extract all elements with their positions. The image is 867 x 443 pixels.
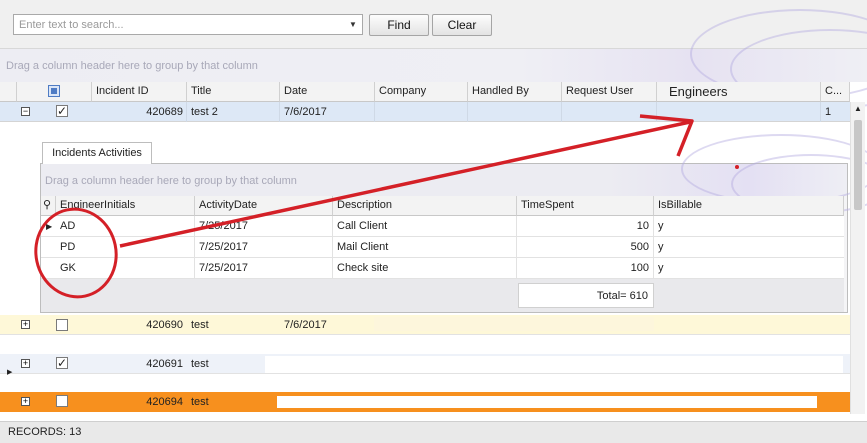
triangle-right-icon: ▶	[46, 222, 53, 231]
search-input[interactable]	[14, 15, 342, 34]
cell-description: Check site	[333, 258, 517, 278]
cell-title: test	[191, 319, 209, 331]
records-count: RECORDS: 13	[8, 426, 82, 438]
select-all-checkbox[interactable]	[48, 85, 60, 97]
tab-incidents-activities[interactable]: Incidents Activities	[42, 142, 152, 164]
detail-header-time-spent[interactable]: TimeSpent	[517, 196, 654, 216]
status-bar: RECORDS: 13	[0, 421, 867, 443]
detail-group-panel[interactable]: Drag a column header here to group by th…	[41, 134, 867, 214]
minus-icon[interactable]: −	[21, 107, 30, 116]
plus-icon[interactable]: +	[21, 320, 30, 329]
redacted-area	[374, 317, 654, 331]
scrollbar-thumb[interactable]	[854, 120, 862, 210]
header-select-col[interactable]	[17, 82, 92, 102]
cell-incident-id: 420691	[146, 358, 183, 370]
row-checkbox[interactable]: ✓	[56, 105, 68, 117]
row-divider	[467, 102, 468, 122]
cell-title: test	[191, 358, 209, 370]
cell-incident-id: 420690	[146, 319, 183, 331]
table-row[interactable]: + 420694 test	[0, 392, 850, 412]
header-expander-col	[0, 82, 17, 102]
cell-title: test	[191, 396, 209, 408]
cell-description: Mail Client	[333, 237, 517, 257]
row-checkbox[interactable]	[56, 395, 68, 407]
magnifier-icon[interactable]: ⚲	[41, 196, 56, 216]
cell-engineer-initials: AD	[56, 216, 195, 236]
vertical-scrollbar[interactable]: ▲	[850, 102, 865, 414]
cell-time-spent: 10	[517, 216, 654, 236]
column-header-c[interactable]: C...	[821, 82, 850, 102]
group-panel-hint: Drag a column header here to group by th…	[6, 60, 258, 72]
column-header-engineers[interactable]: Engineers	[657, 82, 821, 102]
cell-is-billable: y	[658, 220, 664, 232]
cell-activity-date: 7/25/2017	[195, 258, 333, 278]
table-row[interactable]: + 420690 test 7/6/2017	[0, 315, 850, 335]
row-divider	[656, 102, 657, 122]
row-divider	[186, 102, 187, 122]
search-combobox[interactable]: ▼	[13, 14, 363, 35]
detail-header-description[interactable]: Description	[333, 196, 517, 216]
detail-header-engineer-initials[interactable]: EngineerInitials	[56, 196, 195, 216]
cell-time-spent: 100	[517, 258, 654, 278]
row-divider	[561, 102, 562, 122]
cell-date: 7/6/2017	[284, 319, 327, 331]
cell-incident-id: 420689	[146, 106, 183, 118]
chevron-down-icon[interactable]: ▼	[344, 15, 362, 34]
clear-button[interactable]: Clear	[432, 14, 492, 36]
cell-date: 7/6/2017	[284, 106, 327, 118]
cell-engineer-initials: GK	[56, 258, 195, 278]
row-checkbox[interactable]	[56, 319, 68, 331]
row-checkbox[interactable]: ✓	[56, 357, 68, 369]
detail-footer	[41, 279, 844, 312]
detail-header-activity-date[interactable]: ActivityDate	[195, 196, 333, 216]
find-button[interactable]: Find	[369, 14, 429, 36]
triangle-right-icon: ▶	[7, 369, 13, 376]
table-row[interactable]: + ▶ ✓ 420691 test	[0, 354, 850, 376]
annotation-arrowhead	[639, 114, 694, 157]
total-summary: Total= 610	[518, 283, 654, 308]
cell-description: Call Client	[333, 216, 517, 236]
cell-time-spent: 500	[517, 237, 654, 257]
table-row[interactable]: − ✓ 420689 test 2 7/6/2017 1	[0, 102, 850, 122]
cell-is-billable: y	[658, 262, 664, 274]
redacted-area	[277, 396, 817, 408]
detail-header-is-billable[interactable]: IsBillable	[654, 196, 844, 216]
cell-activity-date: 7/25/2017	[195, 237, 333, 257]
column-header-request-user[interactable]: Request User	[562, 82, 657, 102]
detail-row[interactable]: GK 7/25/2017 Check site 100 y	[41, 258, 844, 279]
column-header-company[interactable]: Company	[375, 82, 468, 102]
redacted-area	[265, 356, 843, 373]
cell-title: test 2	[191, 106, 218, 118]
cell-c: 1	[825, 106, 832, 118]
group-panel[interactable]: Drag a column header here to group by th…	[0, 9, 867, 109]
column-header-date[interactable]: Date	[280, 82, 375, 102]
cell-incident-id: 420694	[146, 396, 183, 408]
row-divider	[820, 102, 821, 122]
annotation-dot	[735, 165, 739, 169]
cell-activity-date: 7/25/2017	[195, 216, 333, 236]
row-divider	[374, 102, 375, 122]
plus-icon[interactable]: +	[21, 359, 30, 368]
row-divider	[279, 102, 280, 122]
scroll-up-icon[interactable]: ▲	[854, 104, 862, 113]
detail-row[interactable]: PD 7/25/2017 Mail Client 500 y	[41, 237, 844, 258]
cell-is-billable: y	[658, 241, 664, 253]
column-header-title[interactable]: Title	[187, 82, 280, 102]
detail-row[interactable]: ▶ AD 7/25/2017 Call Client 10 y	[41, 216, 844, 237]
plus-icon[interactable]: +	[21, 397, 30, 406]
detail-group-panel-hint: Drag a column header here to group by th…	[45, 175, 297, 187]
column-header-incident-id[interactable]: Incident ID	[92, 82, 187, 102]
cell-engineer-initials: PD	[56, 237, 195, 257]
column-header-handled-by[interactable]: Handled By	[468, 82, 562, 102]
